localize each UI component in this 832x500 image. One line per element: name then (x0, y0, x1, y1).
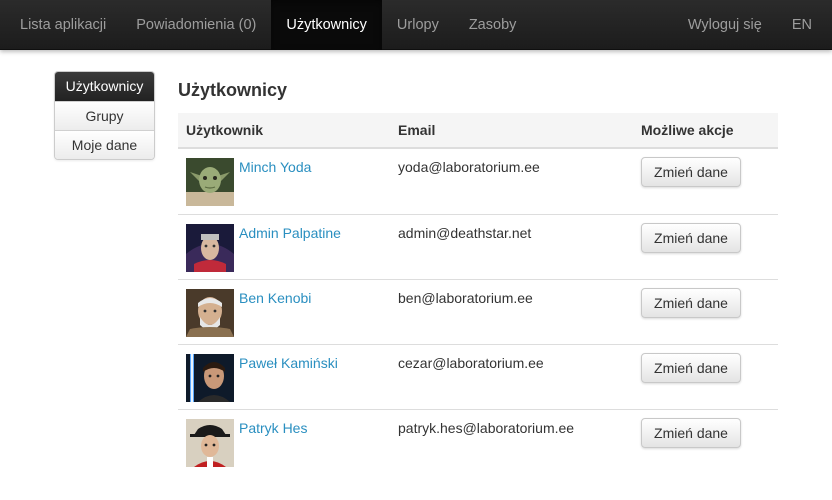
column-header-actions: Możliwe akcje (641, 122, 734, 138)
user-name-link[interactable]: Patryk Hes (239, 420, 307, 436)
yoda-avatar-icon (186, 158, 234, 206)
column-header-email: Email (398, 122, 436, 138)
sidebar-nav: Użytkownicy Grupy Moje dane (54, 71, 155, 160)
page-title: Użytkownicy (178, 80, 288, 100)
user-name-link[interactable]: Ben Kenobi (239, 290, 311, 306)
language-switch[interactable]: EN (777, 0, 827, 50)
edit-user-button[interactable]: Zmień dane (641, 157, 741, 187)
table-row: Admin Palpatine admin@deathstar.net Zmie… (178, 214, 778, 279)
nav-item-leaves[interactable]: Urlopy (382, 0, 454, 50)
kaminski-avatar-icon (186, 354, 234, 402)
edit-user-button[interactable]: Zmień dane (641, 353, 741, 383)
edit-user-button[interactable]: Zmień dane (641, 288, 741, 318)
user-email: yoda@laboratorium.ee (398, 159, 540, 175)
nav-item-app-list[interactable]: Lista aplikacji (5, 0, 121, 50)
kenobi-avatar-icon (186, 289, 234, 337)
user-email: patryk.hes@laboratorium.ee (398, 420, 575, 436)
table-row: Paweł Kamiński cezar@laboratorium.ee Zmi… (178, 344, 778, 409)
hes-avatar-icon (186, 419, 234, 467)
table-row: Patryk Hes patryk.hes@laboratorium.ee Zm… (178, 409, 778, 474)
nav-item-resources[interactable]: Zasoby (454, 0, 532, 50)
table-row: Ben Kenobi ben@laboratorium.ee Zmień dan… (178, 279, 778, 344)
palpatine-avatar-icon (186, 224, 234, 272)
edit-user-button[interactable]: Zmień dane (641, 418, 741, 448)
table-row: Minch Yoda yoda@laboratorium.ee Zmień da… (178, 149, 778, 214)
sidebar-item-users[interactable]: Użytkownicy (55, 72, 154, 101)
column-header-user: Użytkownik (186, 122, 264, 138)
edit-user-button[interactable]: Zmień dane (641, 223, 741, 253)
user-email: ben@laboratorium.ee (398, 290, 533, 306)
user-email: admin@deathstar.net (398, 225, 532, 241)
sidebar-item-my-data[interactable]: Moje dane (55, 130, 154, 159)
main-menu: Lista aplikacji Powiadomienia (0) Użytko… (5, 0, 531, 50)
top-navbar: Lista aplikacji Powiadomienia (0) Użytko… (0, 0, 832, 50)
users-table: Użytkownik Email Możliwe akcje Minch Yod… (178, 113, 778, 474)
nav-item-users[interactable]: Użytkownicy (271, 0, 382, 50)
nav-item-notifications[interactable]: Powiadomienia (0) (121, 0, 271, 50)
logout-link[interactable]: Wyloguj się (673, 0, 777, 50)
user-name-link[interactable]: Minch Yoda (239, 159, 311, 175)
user-name-link[interactable]: Admin Palpatine (239, 225, 341, 241)
table-header: Użytkownik Email Możliwe akcje (178, 113, 778, 149)
sidebar-item-groups[interactable]: Grupy (55, 101, 154, 130)
user-name-link[interactable]: Paweł Kamiński (239, 355, 338, 371)
user-menu: Wyloguj się EN (673, 0, 827, 50)
user-email: cezar@laboratorium.ee (398, 355, 544, 371)
